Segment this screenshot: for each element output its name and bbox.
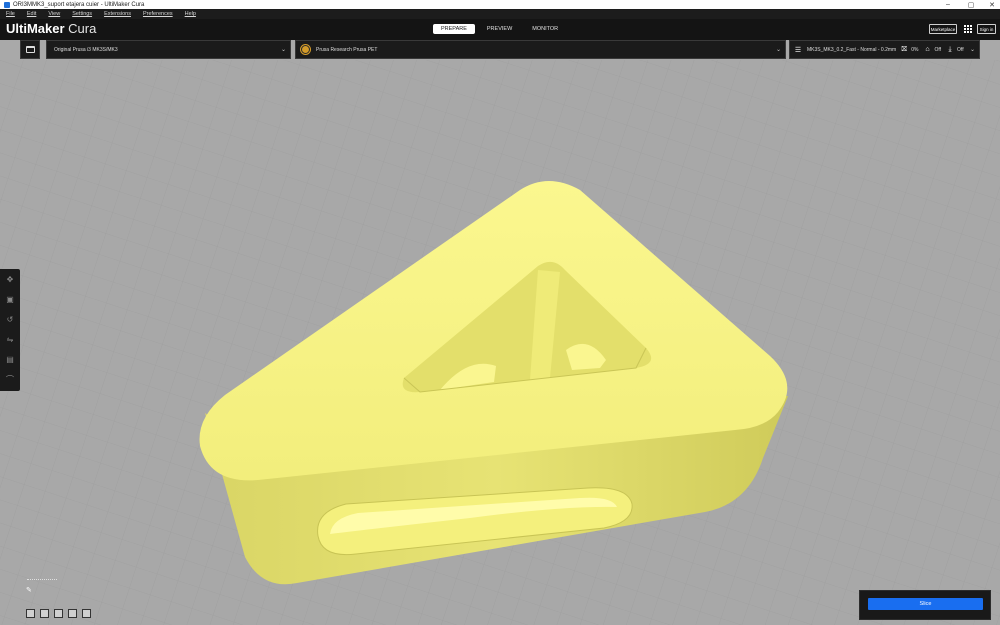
maximize-button[interactable]: ▢: [963, 0, 979, 9]
title-bar: ORI3MMK3_suport etajera cuier - UltiMake…: [0, 0, 1000, 9]
minimize-button[interactable]: –: [940, 0, 956, 9]
front-view-icon[interactable]: [40, 609, 49, 618]
stage-tabs: PREPARE PREVIEW MONITOR: [433, 24, 570, 34]
apps-grid-icon[interactable]: [964, 25, 972, 33]
infill-icon: ⛝: [901, 45, 907, 53]
app-icon: [4, 1, 10, 8]
app-header: UltiMaker Cura PREPARE PREVIEW MONITOR M…: [0, 19, 1000, 40]
per-model-settings-icon[interactable]: ▤: [5, 354, 15, 364]
pencil-icon[interactable]: ✎: [26, 586, 32, 594]
printer-selector[interactable]: Original Prusa i3 MK3S/MK3 ⌄: [46, 40, 291, 59]
tab-monitor[interactable]: MONITOR: [524, 24, 566, 34]
chevron-down-icon: ⌄: [775, 47, 781, 53]
toolbar: Original Prusa i3 MK3S/MK3 ⌄ Prusa Resea…: [0, 40, 1000, 60]
camera-view-controls: [26, 609, 96, 618]
material-selector[interactable]: Prusa Research Prusa PET ⌄: [295, 40, 786, 59]
menu-help[interactable]: Help: [185, 11, 196, 17]
menu-bar: File Edit View Settings Extensions Prefe…: [0, 9, 1000, 19]
support-blocker-icon[interactable]: ⌒: [5, 374, 15, 384]
move-tool-icon[interactable]: ✥: [5, 274, 15, 284]
material-swatch-icon: [301, 45, 310, 54]
3d-viewport[interactable]: [0, 60, 1000, 625]
infill-value: 0%: [911, 46, 919, 53]
open-file-button[interactable]: [20, 40, 40, 59]
print-settings-selector[interactable]: ☰ MK3S_MK3_0.2_Fast - Normal - 0.2mm ⛝ 0…: [789, 40, 980, 59]
window-title: ORI3MMK3_suport etajera cuier - UltiMake…: [13, 1, 145, 8]
left-view-icon[interactable]: [68, 609, 77, 618]
slice-button[interactable]: Slice: [868, 598, 983, 610]
support-icon: ⌂: [925, 46, 930, 53]
object-info-line: [27, 576, 57, 582]
menu-extensions[interactable]: Extensions: [104, 11, 131, 17]
marketplace-button[interactable]: Marketplace: [929, 24, 957, 34]
menu-preferences[interactable]: Preferences: [143, 11, 173, 17]
menu-file[interactable]: File: [6, 11, 15, 17]
menu-settings[interactable]: Settings: [72, 11, 92, 17]
adhesion-icon: ⤓: [948, 45, 952, 53]
app-logo: UltiMaker Cura: [6, 21, 97, 36]
slice-panel: Slice: [859, 590, 991, 620]
chevron-down-icon: ⌄: [969, 47, 975, 53]
sliders-icon: ☰: [794, 46, 802, 54]
tab-prepare[interactable]: PREPARE: [433, 24, 475, 34]
sign-in-button[interactable]: Sign in: [977, 24, 996, 34]
material-name: Prusa Research Prusa PET: [316, 46, 378, 53]
right-view-icon[interactable]: [82, 609, 91, 618]
tab-preview[interactable]: PREVIEW: [479, 24, 520, 34]
menu-view[interactable]: View: [48, 11, 60, 17]
3d-view-icon[interactable]: [26, 609, 35, 618]
close-button[interactable]: ✕: [984, 0, 1000, 9]
folder-icon: [25, 46, 35, 53]
mirror-tool-icon[interactable]: ⇋: [5, 334, 15, 344]
support-value: Off: [934, 46, 942, 53]
menu-edit[interactable]: Edit: [27, 11, 36, 17]
profile-name: MK3S_MK3_0.2_Fast - Normal - 0.2mm: [807, 46, 897, 53]
top-view-icon[interactable]: [54, 609, 63, 618]
tool-panel: ✥ ▣ ↺ ⇋ ▤ ⌒: [0, 269, 20, 391]
printer-name: Original Prusa i3 MK3S/MK3: [54, 46, 118, 53]
rotate-tool-icon[interactable]: ↺: [5, 314, 15, 324]
scale-tool-icon[interactable]: ▣: [5, 294, 15, 304]
chevron-down-icon: ⌄: [280, 47, 286, 53]
build-plate-grid: [0, 60, 1000, 625]
adhesion-value: Off: [957, 46, 964, 53]
